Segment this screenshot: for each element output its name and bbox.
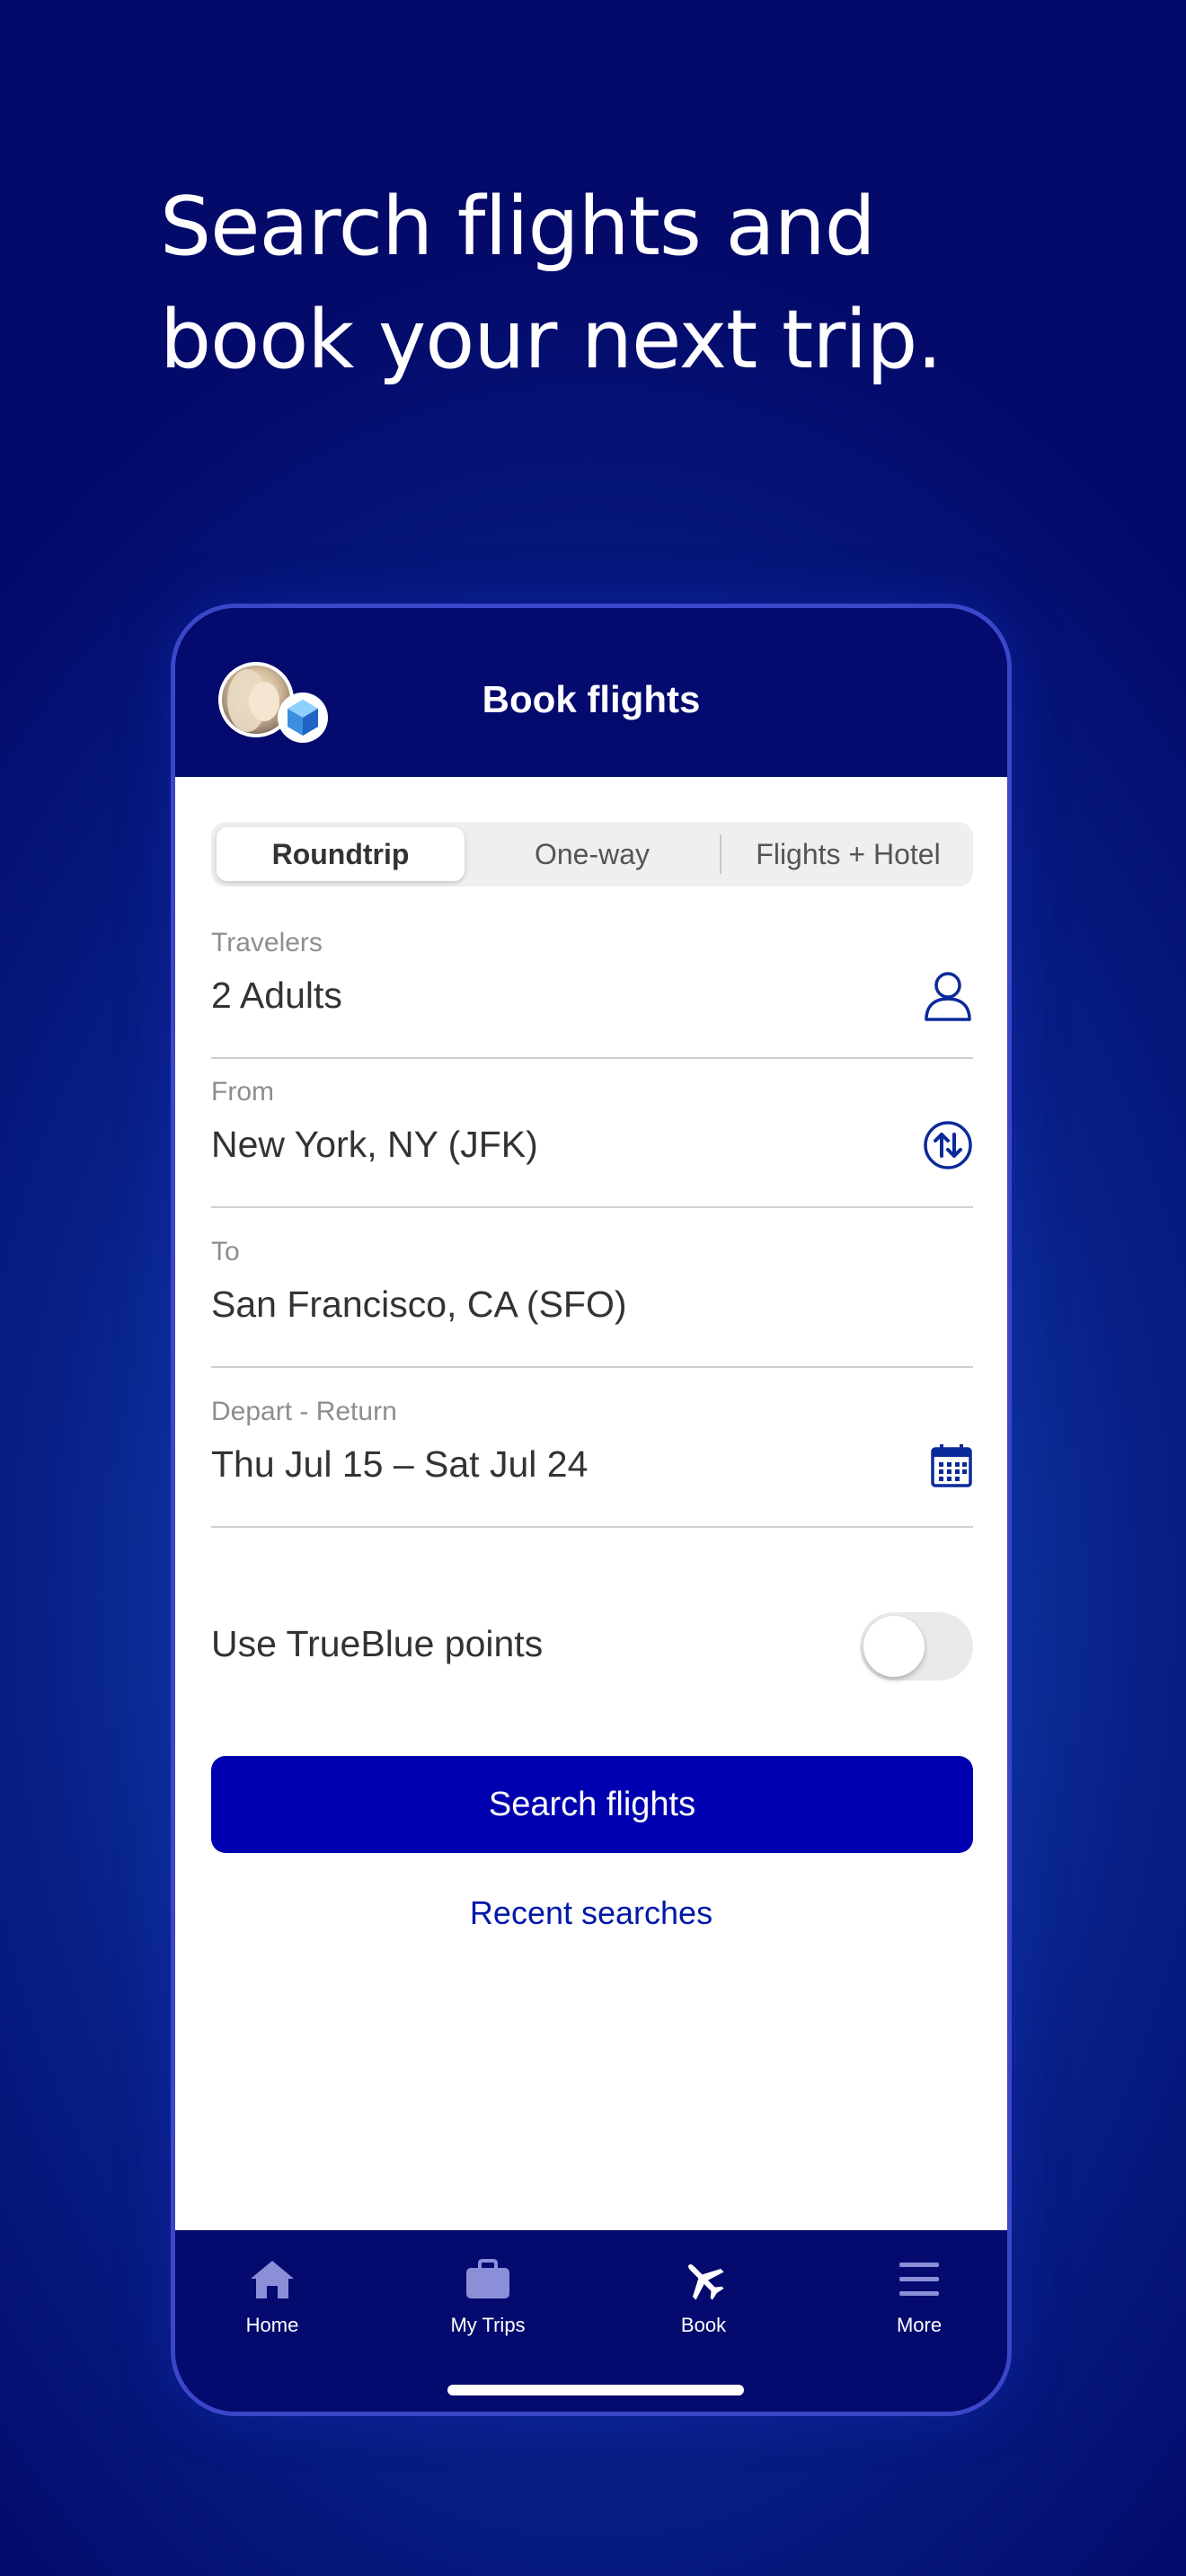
swap-icon[interactable]	[923, 1120, 973, 1170]
trueblue-points-row: Use TrueBlue points	[211, 1609, 973, 1681]
home-icon	[251, 2261, 294, 2298]
trueblue-toggle[interactable]	[860, 1612, 973, 1681]
travelers-field[interactable]: Travelers 2 Adults	[211, 928, 973, 1059]
phone-frame: Book flights Roundtrip One-way Flights +…	[171, 604, 1012, 2416]
to-label: To	[211, 1237, 240, 1266]
screen-title: Book flights	[482, 678, 701, 720]
dates-label: Depart - Return	[211, 1397, 397, 1426]
toggle-knob	[863, 1616, 925, 1677]
tab-home-label: Home	[245, 2314, 299, 2336]
calendar-icon[interactable]	[930, 1443, 973, 1488]
person-icon[interactable]	[923, 969, 973, 1023]
tab-book[interactable]: Book	[632, 2257, 775, 2337]
tab-my-trips-label: My Trips	[450, 2314, 526, 2336]
headline-line-2: book your next trip.	[160, 293, 943, 387]
tab-home[interactable]: Home	[200, 2257, 344, 2337]
app-header: Book flights	[175, 608, 1007, 777]
dates-value: Thu Jul 15 – Sat Jul 24	[211, 1443, 589, 1485]
to-value: San Francisco, CA (SFO)	[211, 1284, 627, 1325]
travelers-label: Travelers	[211, 928, 323, 957]
trueblue-label: Use TrueBlue points	[211, 1623, 544, 1664]
to-field[interactable]: To San Francisco, CA (SFO)	[211, 1237, 973, 1368]
tab-book-label: Book	[680, 2314, 727, 2336]
tab-one-way[interactable]: One-way	[466, 822, 718, 887]
airplane-icon	[688, 2264, 724, 2300]
tab-flights-hotel[interactable]: Flights + Hotel	[723, 822, 973, 887]
headline: Search flights and book your next trip.	[160, 171, 1058, 397]
from-label: From	[211, 1077, 274, 1107]
from-value: New York, NY (JFK)	[211, 1124, 538, 1165]
dates-field[interactable]: Depart - Return Thu Jul 15 – Sat Jul 24	[211, 1397, 973, 1528]
from-field[interactable]: From New York, NY (JFK)	[211, 1077, 973, 1208]
segment-divider	[720, 834, 721, 874]
travelers-value: 2 Adults	[211, 975, 342, 1016]
recent-searches-link[interactable]: Recent searches	[175, 1894, 1007, 1932]
booking-form: Roundtrip One-way Flights + Hotel Travel…	[175, 777, 1007, 2230]
tab-my-trips[interactable]: My Trips	[416, 2257, 560, 2337]
search-flights-button[interactable]: Search flights	[211, 1756, 973, 1853]
tab-roundtrip[interactable]: Roundtrip	[217, 827, 465, 881]
trip-type-segmented-control: Roundtrip One-way Flights + Hotel	[211, 822, 973, 887]
menu-icon	[899, 2263, 939, 2296]
headline-line-1: Search flights and	[160, 180, 876, 274]
tab-more-label: More	[896, 2314, 943, 2336]
home-indicator[interactable]	[447, 2385, 744, 2395]
briefcase-icon	[466, 2259, 509, 2298]
tab-more[interactable]: More	[847, 2257, 991, 2337]
